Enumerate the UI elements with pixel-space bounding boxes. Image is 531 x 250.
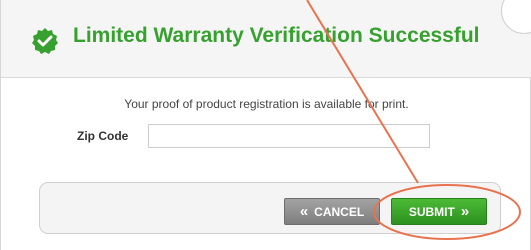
zip-code-input[interactable] (148, 124, 430, 148)
submit-button[interactable]: SUBMIT » (391, 198, 487, 225)
dialog-title: Limited Warranty Verification Successful (73, 24, 480, 47)
double-chevron-left-icon: « (299, 203, 309, 220)
check-badge-icon (32, 28, 58, 54)
cancel-button-label: CANCEL (314, 204, 365, 219)
cancel-button[interactable]: « CANCEL (284, 198, 380, 225)
zip-code-label: Zip Code (77, 129, 129, 143)
close-button[interactable] (501, 0, 531, 34)
warranty-dialog: Limited Warranty Verification Successful… (0, 0, 531, 250)
double-chevron-right-icon: » (460, 203, 470, 220)
dialog-header: Limited Warranty Verification Successful (1, 0, 531, 78)
submit-button-label: SUBMIT (408, 204, 455, 219)
confirmation-message: Your proof of product registration is av… (124, 97, 409, 111)
